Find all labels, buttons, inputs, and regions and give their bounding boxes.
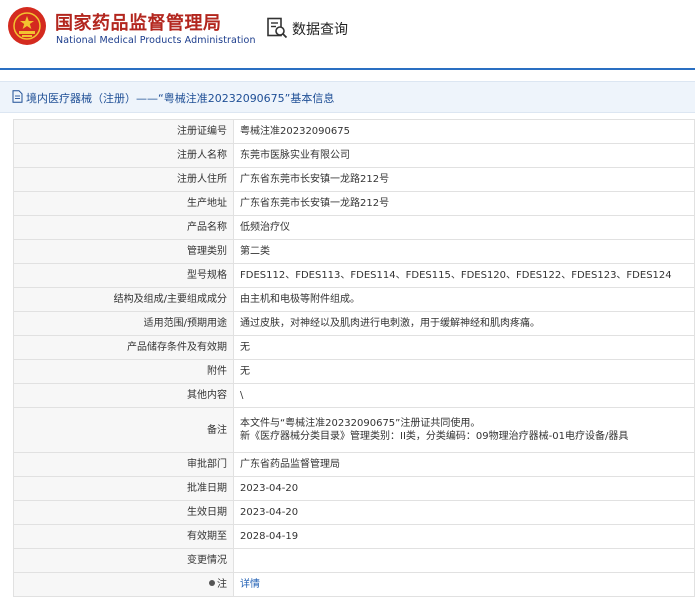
table-row: 备注 本文件与“粤械注准20232090675”注册证共同使用。 新《医疗器械分… [13,407,695,453]
breadcrumb: 境内医疗器械（注册）——“粤械注准20232090675”基本信息 [0,81,695,113]
field-value: 低频治疗仪 [233,215,695,240]
table-row: 生效日期 2023-04-20 [13,500,695,525]
table-row: 注册人住所 广东省东莞市长安镇一龙路212号 [13,167,695,192]
field-value: 粤械注准20232090675 [233,119,695,144]
field-label: 产品名称 [13,215,234,240]
field-label: 结构及组成/主要组成成分 [13,287,234,312]
table-row: 结构及组成/主要组成成分 由主机和电极等附件组成。 [13,287,695,312]
table-row: 批准日期 2023-04-20 [13,476,695,501]
data-query-link[interactable]: 数据查询 [292,19,348,39]
remarks-line: 本文件与“粤械注准20232090675”注册证共同使用。 [240,418,481,429]
site-title[interactable]: 国家药品监督管理局 [55,9,222,35]
table-row: 管理类别 第二类 [13,239,695,264]
field-label: 附件 [13,359,234,384]
breadcrumb-text: 境内医疗器械（注册）——“粤械注准20232090675”基本信息 [26,92,335,105]
remarks-line: 新《医疗器械分类目录》管理类别：II类，分类编码：09物理治疗器械-01电疗设备… [240,431,629,442]
header-divider [0,68,695,70]
table-row: 注册证编号 粤械注准20232090675 [13,119,695,144]
field-label: 注册人名称 [13,143,234,168]
remarks-value: 本文件与“粤械注准20232090675”注册证共同使用。 新《医疗器械分类目录… [233,407,695,453]
note-label: 注 [13,572,234,597]
document-icon [12,90,23,103]
table-row: 注 详情 [13,572,695,597]
table-row: 生产地址 广东省东莞市长安镇一龙路212号 [13,191,695,216]
field-label: 产品储存条件及有效期 [13,335,234,360]
field-value: 广东省药品监督管理局 [233,452,695,477]
document-search-icon[interactable] [266,17,288,39]
field-value: 东莞市医脉实业有限公司 [233,143,695,168]
field-label: 备注 [13,407,234,453]
field-value: 详情 [233,572,695,597]
site-header: 国家药品监督管理局 National Medical Products Admi… [0,0,695,62]
table-row: 其他内容 \ [13,383,695,408]
field-label: 适用范围/预期用途 [13,311,234,336]
table-row: 附件 无 [13,359,695,384]
details-link[interactable]: 详情 [240,579,260,590]
field-value: 2023-04-20 [233,500,695,525]
field-label: 变更情况 [13,548,234,573]
field-value: 无 [233,359,695,384]
field-label: 生产地址 [13,191,234,216]
field-label: 其他内容 [13,383,234,408]
table-row: 产品名称 低频治疗仪 [13,215,695,240]
table-row: 型号规格 FDES112、FDES113、FDES114、FDES115、FDE… [13,263,695,288]
field-value: \ [233,383,695,408]
field-label: 批准日期 [13,476,234,501]
field-label: 生效日期 [13,500,234,525]
field-value: 无 [233,335,695,360]
table-row: 产品储存条件及有效期 无 [13,335,695,360]
field-value: 通过皮肤，对神经以及肌肉进行电刺激，用于缓解神经和肌肉疼痛。 [233,311,695,336]
table-row: 变更情况 [13,548,695,573]
field-label: 注册证编号 [13,119,234,144]
emblem-icon [8,7,46,45]
table-row: 审批部门 广东省药品监督管理局 [13,452,695,477]
table-row: 有效期至 2028-04-19 [13,524,695,549]
field-value: 2028-04-19 [233,524,695,549]
field-value: 广东省东莞市长安镇一龙路212号 [233,167,695,192]
field-value: 第二类 [233,239,695,264]
field-label: 型号规格 [13,263,234,288]
field-value [233,548,695,573]
field-value: FDES112、FDES113、FDES114、FDES115、FDES120、… [233,263,695,288]
field-value: 由主机和电极等附件组成。 [233,287,695,312]
field-label: 注册人住所 [13,167,234,192]
field-label: 审批部门 [13,452,234,477]
field-label: 管理类别 [13,239,234,264]
field-value: 广东省东莞市长安镇一龙路212号 [233,191,695,216]
field-label: 有效期至 [13,524,234,549]
table-row: 适用范围/预期用途 通过皮肤，对神经以及肌肉进行电刺激，用于缓解神经和肌肉疼痛。 [13,311,695,336]
bullet-icon [209,580,215,586]
field-value: 2023-04-20 [233,476,695,501]
registration-info-table: 注册证编号 粤械注准20232090675 注册人名称 东莞市医脉实业有限公司 … [13,119,695,597]
field-label: 注 [217,579,227,590]
table-row: 注册人名称 东莞市医脉实业有限公司 [13,143,695,168]
site-title-english: National Medical Products Administration [56,35,256,46]
